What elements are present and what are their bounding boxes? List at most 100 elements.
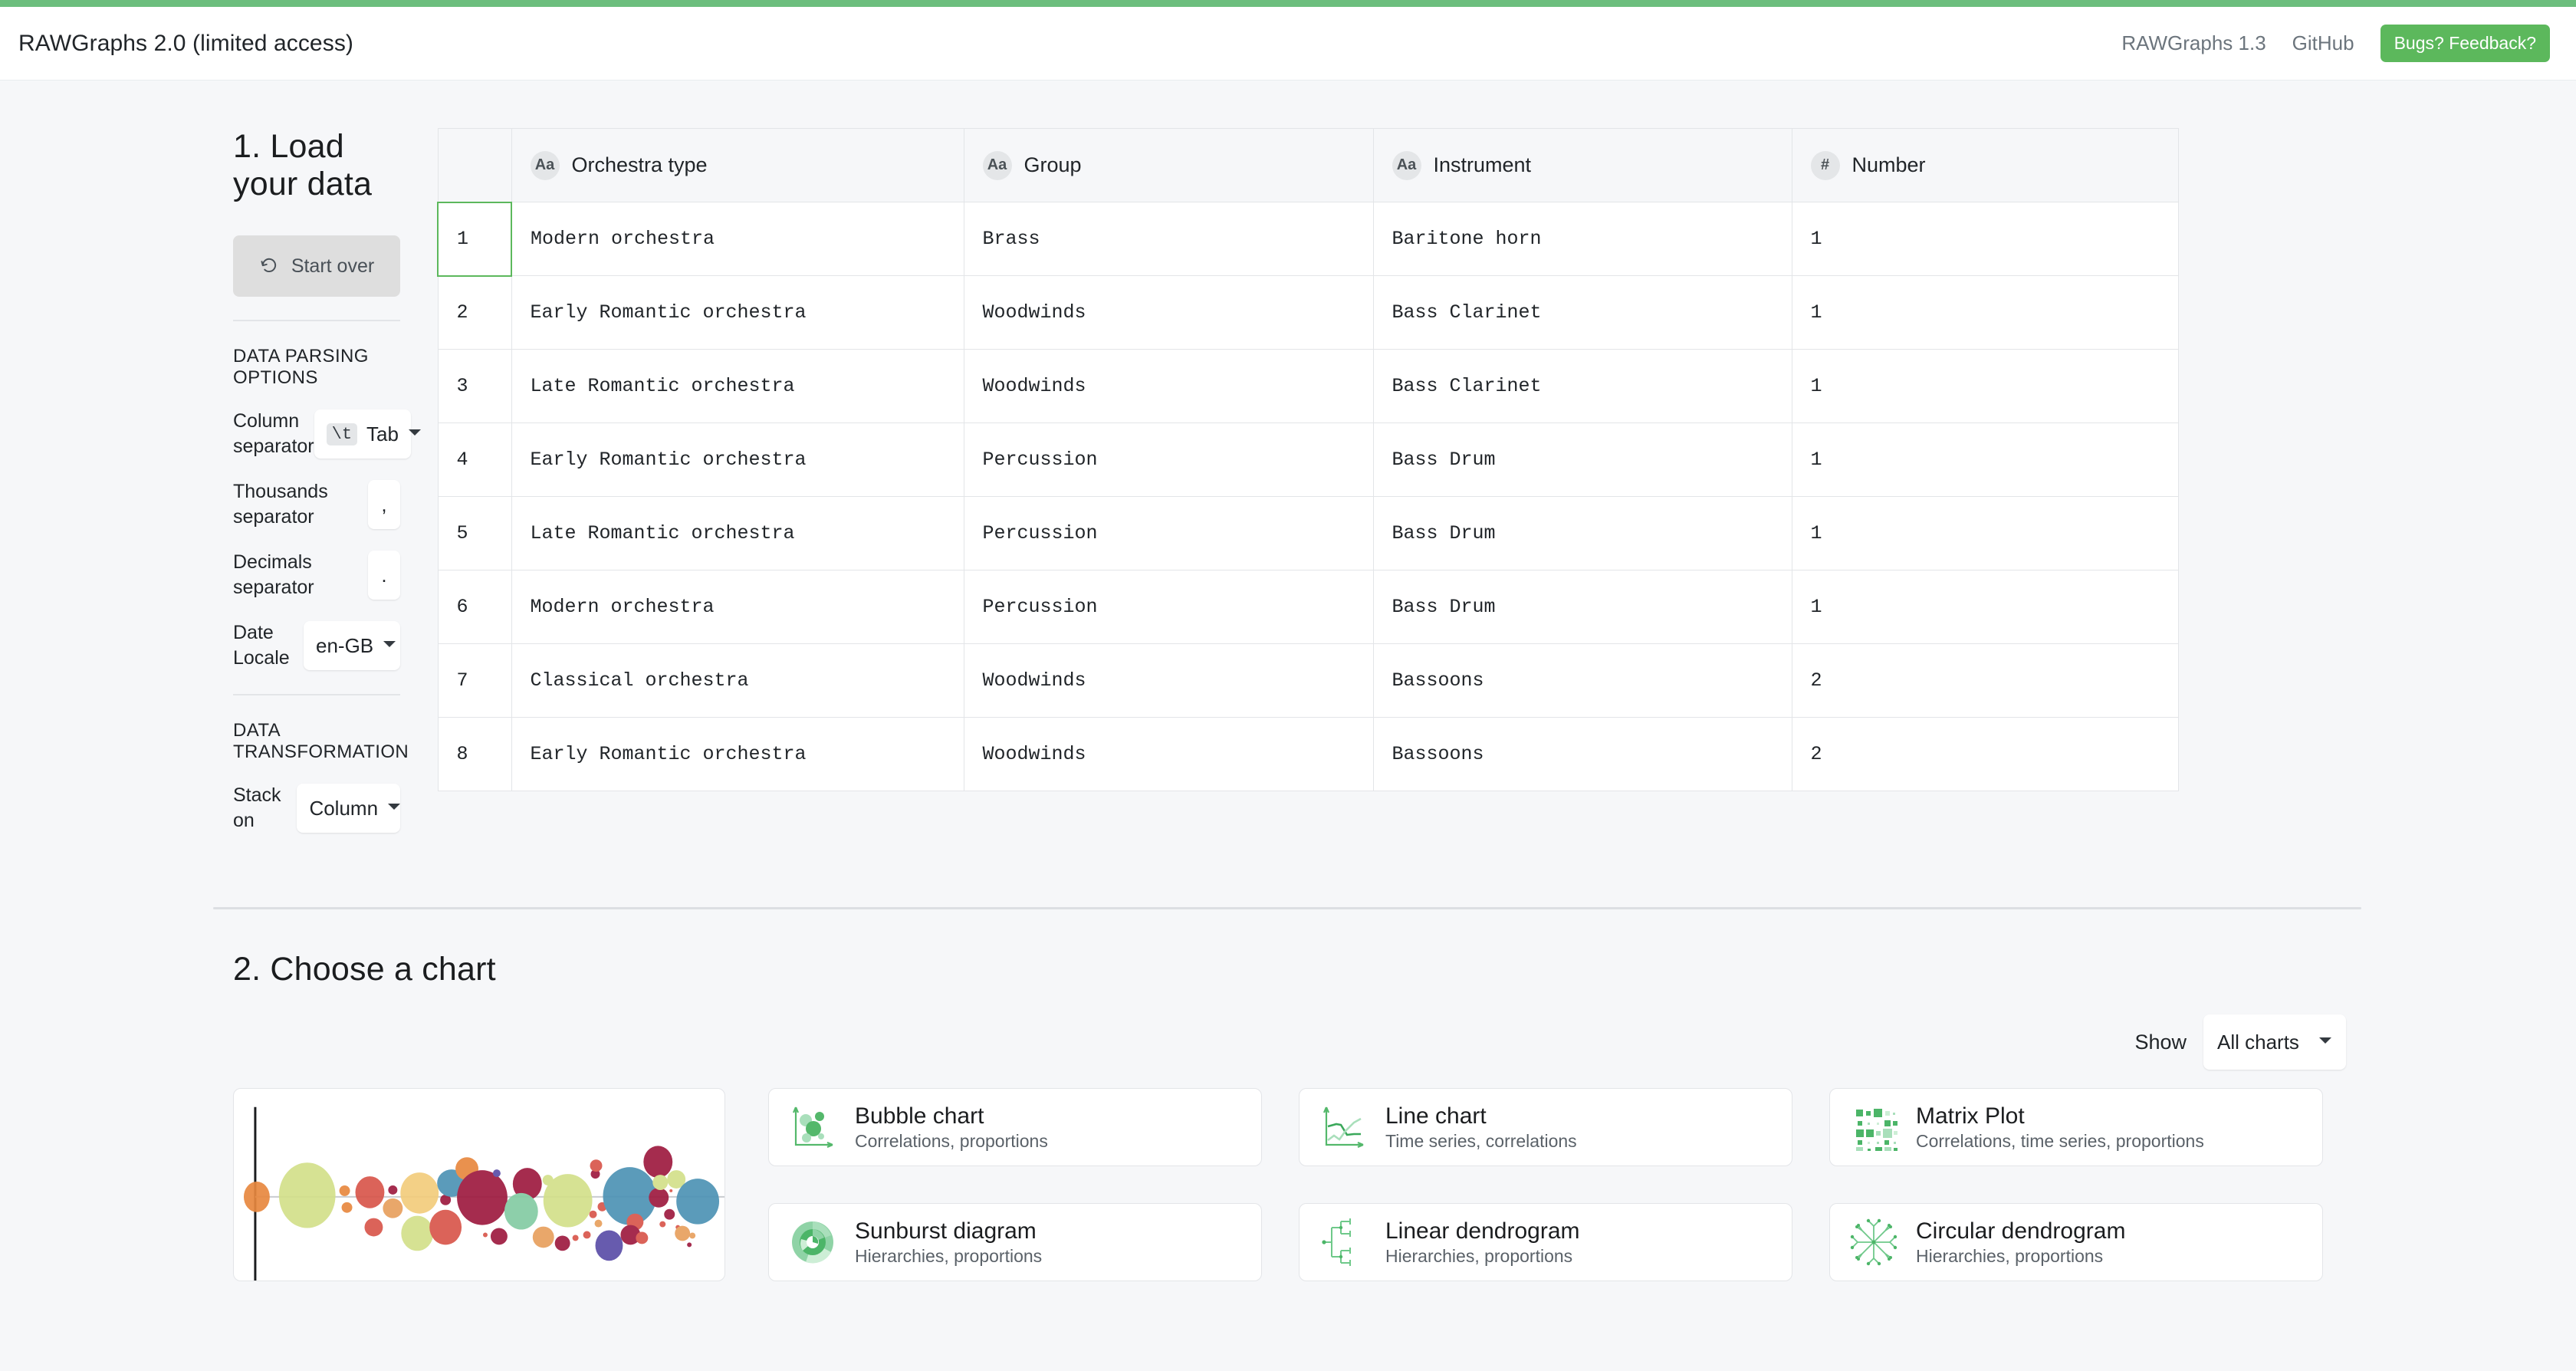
data-transformation-heading: DATA TRANSFORMATION — [233, 720, 409, 762]
table-cell[interactable]: Bass Drum — [1372, 570, 1792, 644]
row-index-cell[interactable]: 7 — [437, 643, 512, 718]
row-index-cell[interactable]: 8 — [437, 717, 512, 791]
table-row[interactable]: 3 Late Romantic orchestra Woodwinds Bass Cl… — [437, 349, 2179, 423]
row-index-cell[interactable]: 2 — [437, 275, 512, 350]
table-cell[interactable]: 2 — [1791, 643, 2179, 718]
table-cell[interactable]: 1 — [1791, 275, 2179, 350]
table-cell[interactable]: Percussion — [963, 570, 1374, 644]
table-cell[interactable]: Bass Clarinet — [1372, 275, 1792, 350]
table-cell[interactable]: Modern orchestra — [511, 202, 964, 276]
column-header-label: Group — [1024, 153, 1082, 176]
step2-title: 2. Choose a chart — [233, 951, 496, 988]
table-cell[interactable]: Woodwinds — [963, 643, 1374, 718]
table-row[interactable]: 5 Late Romantic orchestra Percussion Bass D… — [437, 496, 2179, 570]
table-cell[interactable]: Classical orchestra — [511, 643, 964, 718]
table-row[interactable]: 4 Early Romantic orchestra Percussion Bass … — [437, 422, 2179, 497]
table-cell[interactable]: Percussion — [963, 422, 1374, 497]
table-row[interactable]: 8 Early Romantic orchestra Woodwinds Bassoo… — [437, 717, 2179, 791]
type-badge-icon: Aa — [982, 150, 1012, 180]
decimals-separator-input[interactable] — [368, 551, 400, 600]
table-cell[interactable]: Late Romantic orchestra — [511, 496, 964, 570]
chart-card-name: Line chart — [1385, 1103, 1487, 1129]
thousands-separator-input[interactable] — [368, 480, 400, 529]
table-cell[interactable]: Early Romantic orchestra — [511, 717, 964, 791]
chart-card-description: Hierarchies, proportions — [1916, 1245, 2104, 1266]
chart-card-linear-dendrogram[interactable]: Linear dendrogram Hierarchies, proportion… — [1299, 1203, 1792, 1281]
row-index-header — [437, 128, 512, 202]
table-cell[interactable]: 1 — [1791, 496, 2179, 570]
column-separator-select[interactable]: \t Tab — [314, 409, 421, 459]
sunburst-diagram-icon — [789, 1218, 836, 1266]
chart-card-grid: Bubble chart Correlations, proportions Lin… — [768, 1088, 2323, 1281]
table-row[interactable]: 2 Early Romantic orchestra Woodwinds Bass C… — [437, 275, 2179, 350]
decimals-separator-row: Decimals separator — [233, 550, 400, 600]
table-cell[interactable]: Woodwinds — [963, 275, 1374, 350]
row-index-cell[interactable]: 1 — [437, 201, 512, 277]
table-cell[interactable]: Woodwinds — [963, 717, 1374, 791]
table-cell[interactable]: 1 — [1791, 202, 2179, 276]
date-locale-label: Date Locale — [233, 622, 290, 669]
table-cell[interactable]: 2 — [1791, 717, 2179, 791]
table-row[interactable]: 1 Modern orchestra Brass Baritone horn 1 — [437, 201, 2179, 277]
table-cell[interactable]: Bass Drum — [1372, 496, 1792, 570]
feedback-button[interactable]: Bugs? Feedback? — [2380, 25, 2550, 62]
column-separator-row: Column separator \t Tab — [233, 409, 421, 459]
column-separator-chip: \t — [326, 422, 358, 445]
nav-link-github[interactable]: GitHub — [2292, 31, 2354, 55]
column-header-instrument[interactable]: Aa Instrument — [1372, 128, 1792, 202]
chart-card-description: Correlations, time series, proportions — [1916, 1130, 2204, 1151]
date-locale-select[interactable]: en-GB — [304, 621, 400, 670]
chart-card-matrix-plot[interactable]: Matrix Plot Correlations, time series, pr… — [1829, 1088, 2323, 1166]
chart-card-name: Linear dendrogram — [1385, 1218, 1580, 1244]
chart-card-description: Hierarchies, proportions — [1385, 1245, 1573, 1266]
row-index-cell[interactable]: 4 — [437, 422, 512, 497]
row-index-cell[interactable]: 3 — [437, 349, 512, 423]
chart-card-sunburst-diagram[interactable]: Sunburst diagram Hierarchies, proportions — [768, 1203, 1262, 1281]
stack-on-value: Column — [309, 796, 379, 820]
nav-link-rawgraphs-1-3[interactable]: RAWGraphs 1.3 — [2121, 31, 2266, 55]
column-header-orchestra-type[interactable]: Aa Orchestra type — [511, 128, 964, 202]
table-row[interactable]: 7 Classical orchestra Woodwinds Bassoons 2 — [437, 643, 2179, 718]
table-cell[interactable]: Bass Drum — [1372, 422, 1792, 497]
row-index-cell[interactable]: 6 — [437, 570, 512, 644]
type-badge-icon: Aa — [1392, 150, 1421, 180]
table-cell[interactable]: Baritone horn — [1372, 202, 1792, 276]
chart-card-bubble-chart[interactable]: Bubble chart Correlations, proportions — [768, 1088, 1262, 1166]
table-cell[interactable]: Modern orchestra — [511, 570, 964, 644]
bubble-chart-icon — [789, 1103, 836, 1151]
table-cell[interactable]: 1 — [1791, 349, 2179, 423]
table-cell[interactable]: 1 — [1791, 422, 2179, 497]
table-cell[interactable]: 1 — [1791, 570, 2179, 644]
start-over-button[interactable]: Start over — [233, 235, 400, 297]
chart-card-circular-dendrogram[interactable]: Circular dendrogram Hierarchies, proporti… — [1829, 1203, 2323, 1281]
table-cell[interactable]: Woodwinds — [963, 349, 1374, 423]
table-header: Aa Orchestra type Aa Group Aa Instrument… — [437, 128, 2179, 202]
table-cell[interactable]: Early Romantic orchestra — [511, 275, 964, 350]
decimals-separator-label: Decimals separator — [233, 551, 314, 598]
chevron-down-icon — [408, 427, 422, 441]
table-cell[interactable]: Bass Clarinet — [1372, 349, 1792, 423]
chart-card-description: Correlations, proportions — [855, 1130, 1048, 1151]
type-badge-icon: Aa — [530, 150, 560, 180]
show-charts-select[interactable]: All charts — [2203, 1014, 2346, 1070]
chart-card-line-chart[interactable]: Line chart Time series, correlations — [1299, 1088, 1792, 1166]
chart-card-name: Matrix Plot — [1916, 1103, 2025, 1129]
date-locale-row: Date Locale en-GB — [233, 620, 400, 671]
table-cell[interactable]: Brass — [963, 202, 1374, 276]
linear-dendrogram-icon — [1319, 1218, 1367, 1266]
table-cell[interactable]: Percussion — [963, 496, 1374, 570]
stack-on-select[interactable]: Column — [297, 784, 401, 833]
column-separator-label: Column separator — [233, 410, 314, 457]
chart-chooser: Bubble chart Correlations, proportions Lin… — [233, 1088, 2576, 1281]
table-cell[interactable]: Early Romantic orchestra — [511, 422, 964, 497]
column-header-label: Number — [1852, 153, 1926, 176]
table-cell[interactable]: Bassoons — [1372, 717, 1792, 791]
table-cell[interactable]: Bassoons — [1372, 643, 1792, 718]
column-header-group[interactable]: Aa Group — [963, 128, 1374, 202]
circular-dendrogram-icon — [1850, 1218, 1898, 1266]
column-header-number[interactable]: # Number — [1791, 128, 2179, 202]
table-row[interactable]: 6 Modern orchestra Percussion Bass Drum 1 — [437, 570, 2179, 644]
table-cell[interactable]: Late Romantic orchestra — [511, 349, 964, 423]
chevron-down-icon — [387, 801, 401, 815]
row-index-cell[interactable]: 5 — [437, 496, 512, 570]
